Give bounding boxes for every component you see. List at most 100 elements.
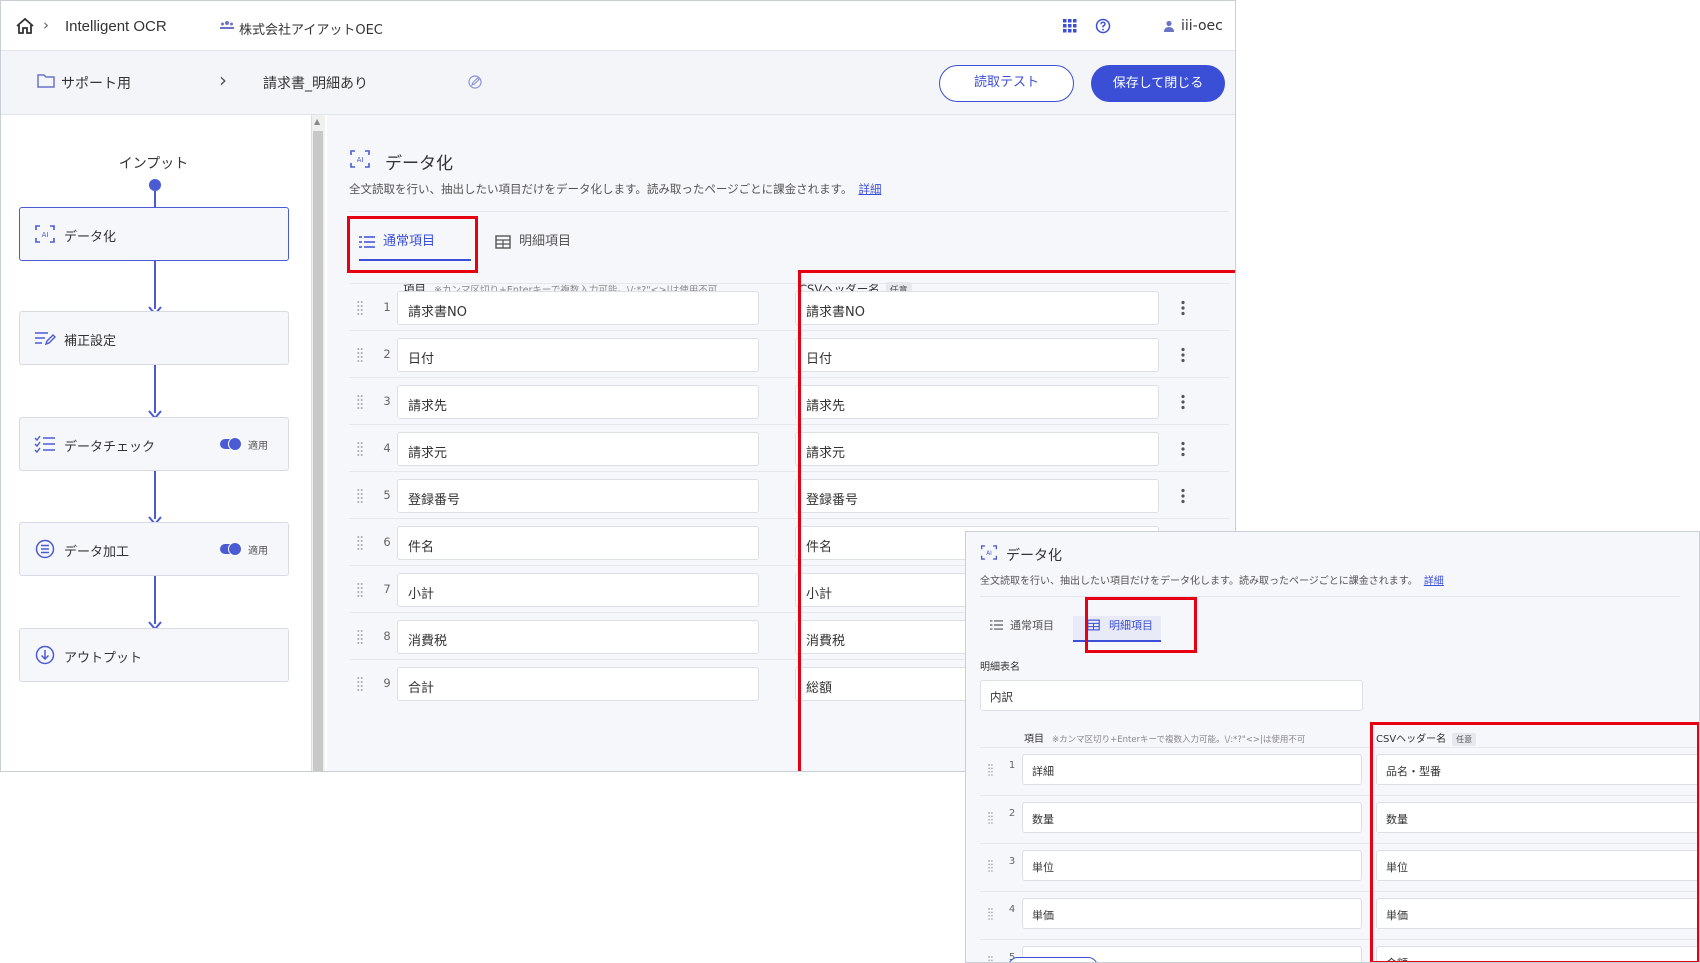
item-name-input[interactable]: 合計 — [397, 667, 759, 701]
folder-name[interactable]: サポート用 — [61, 73, 131, 93]
user-name[interactable]: iii-oec — [1181, 18, 1223, 34]
item-name-input[interactable]: 単位 — [1022, 850, 1362, 881]
item-name-input[interactable]: 請求元 — [397, 432, 759, 466]
flow-line — [154, 365, 156, 413]
drag-handle-icon[interactable] — [988, 906, 993, 920]
apply-toggle-label: 適用 — [248, 546, 268, 557]
detail-link[interactable]: 詳細 — [1424, 576, 1444, 587]
drag-handle-icon[interactable] — [357, 535, 363, 551]
item-name-input[interactable]: 件名 — [397, 526, 759, 560]
read-test-button[interactable]: 読取テスト — [939, 65, 1074, 102]
save-close-button[interactable]: 保存して閉じる — [1091, 65, 1225, 102]
flow-node-processing[interactable]: データ加工 適用 — [19, 522, 289, 576]
row-number: 3 — [383, 394, 391, 408]
document-name: 請求書_明細あり — [263, 76, 368, 92]
scrollbar-thumb[interactable] — [313, 131, 323, 771]
column-title: 項目 — [1024, 734, 1044, 745]
drag-handle-icon[interactable] — [988, 858, 993, 872]
flow-node-label: データ加工 — [64, 545, 130, 560]
flow-node-output[interactable]: アウトプット — [19, 628, 289, 682]
column-note: ※カンマ区切り+Enterキーで複数入力可能。\/:*?"<>|は使用不可 — [1052, 735, 1306, 745]
item-name-input[interactable]: 消費税 — [397, 620, 759, 654]
row-number: 2 — [1008, 808, 1016, 819]
apply-toggle[interactable] — [220, 437, 242, 451]
org-icon — [220, 21, 234, 29]
drag-handle-icon[interactable] — [988, 810, 993, 824]
drag-handle-icon[interactable] — [357, 676, 363, 692]
download-circle-icon — [35, 645, 55, 665]
tab-detail-items[interactable]: 明細項目 — [495, 231, 571, 261]
drag-handle-icon[interactable] — [357, 347, 363, 363]
description-text: 全文読取を行い、抽出したい項目だけをデータ化します。読み取ったページごとに課金さ… — [349, 182, 853, 196]
divider — [349, 211, 1229, 212]
apply-toggle[interactable] — [220, 542, 242, 556]
highlight-box-tab — [347, 216, 478, 273]
flow-node-datacheck[interactable]: データチェック 適用 — [19, 417, 289, 471]
row-number: 4 — [1008, 904, 1016, 915]
flow-node-label: 補正設定 — [64, 334, 117, 349]
drag-handle-icon[interactable] — [357, 582, 363, 598]
svg-text:AI: AI — [357, 156, 364, 164]
scroll-up-icon[interactable]: ▲ — [314, 117, 320, 126]
flow-line — [154, 471, 156, 519]
flow-input-label: インプット — [118, 156, 189, 172]
highlight-box-csv — [1370, 722, 1699, 962]
flow-node-label: データ化 — [64, 230, 117, 245]
ai-icon: AI — [35, 225, 55, 243]
item-name-input[interactable]: 数量 — [1022, 802, 1362, 833]
user-icon — [1164, 20, 1174, 32]
detail-link[interactable]: 詳細 — [858, 182, 881, 196]
row-number: 7 — [383, 582, 391, 596]
column-header-item: 項目 ※カンマ区切り+Enterキーで複数入力可能。\/:*?"<>|は使用不可 — [1024, 730, 1305, 745]
item-name-input[interactable]: 日付 — [397, 338, 759, 372]
chevron-right-icon: › — [219, 68, 227, 92]
add-row-button[interactable] — [1008, 957, 1098, 962]
drag-handle-icon[interactable] — [988, 762, 993, 776]
row-number: 5 — [383, 488, 391, 502]
detail-items-popup: AI データ化 全文読取を行い、抽出したい項目だけをデータ化します。読み取ったペ… — [965, 531, 1700, 963]
drag-handle-icon[interactable] — [357, 441, 363, 457]
section-description: 全文読取を行い、抽出したい項目だけをデータ化します。読み取ったページごとに課金さ… — [980, 572, 1444, 587]
flow-line — [154, 576, 156, 624]
flow-node-datafy[interactable]: AI データ化 — [19, 207, 289, 261]
org-name[interactable]: 株式会社アイアットOEC — [239, 19, 383, 38]
item-name-input[interactable]: 請求書NO — [397, 291, 759, 325]
flow-line — [154, 261, 156, 309]
drag-handle-icon[interactable] — [357, 300, 363, 316]
ai-icon: AI — [350, 150, 370, 168]
flow-start-dot — [149, 179, 161, 191]
drag-handle-icon[interactable] — [988, 954, 993, 962]
item-name-input[interactable]: 登録番号 — [397, 479, 759, 513]
row-number: 6 — [383, 535, 391, 549]
flow-node-correction[interactable]: 補正設定 — [19, 311, 289, 365]
item-name-input[interactable]: 小計 — [397, 573, 759, 607]
highlight-box-tab — [1085, 597, 1197, 653]
edit-icon[interactable] — [468, 75, 482, 89]
help-icon[interactable] — [1095, 18, 1111, 34]
tab-normal-items[interactable]: 通常項目 — [990, 616, 1054, 642]
apps-grid-icon[interactable] — [1063, 19, 1077, 33]
drag-handle-icon[interactable] — [357, 629, 363, 645]
description-text: 全文読取を行い、抽出したい項目だけをデータ化します。読み取ったページごとに課金さ… — [980, 576, 1418, 587]
row-number: 1 — [1008, 760, 1016, 771]
flow-node-label: アウトプット — [64, 651, 143, 666]
drag-handle-icon[interactable] — [357, 394, 363, 410]
item-name-input[interactable]: 詳細 — [1022, 754, 1362, 785]
list-circle-icon — [35, 539, 55, 559]
item-name-input[interactable]: 単価 — [1022, 898, 1362, 929]
table-name-input[interactable]: 内訳 — [980, 680, 1363, 711]
chevron-right-icon: › — [43, 16, 49, 34]
drag-handle-icon[interactable] — [357, 488, 363, 504]
table-name-label: 明細表名 — [980, 662, 1020, 673]
flow-node-label: データチェック — [64, 440, 156, 455]
section-description: 全文読取を行い、抽出したい項目だけをデータ化します。読み取ったページごとに課金さ… — [349, 181, 881, 197]
item-name-input[interactable]: 請求先 — [397, 385, 759, 419]
tab-label: 明細項目 — [519, 234, 572, 249]
row-number: 1 — [383, 300, 391, 314]
row-number: 3 — [1008, 856, 1016, 867]
home-icon[interactable] — [15, 17, 35, 35]
edit-lines-icon — [35, 332, 56, 346]
row-number: 9 — [383, 676, 391, 690]
flow-sidebar: インプット AI データ化 補正設定 データチェック 適用 データ加工 適用 ア… — [1, 115, 311, 771]
app-name[interactable]: Intelligent OCR — [65, 18, 167, 35]
